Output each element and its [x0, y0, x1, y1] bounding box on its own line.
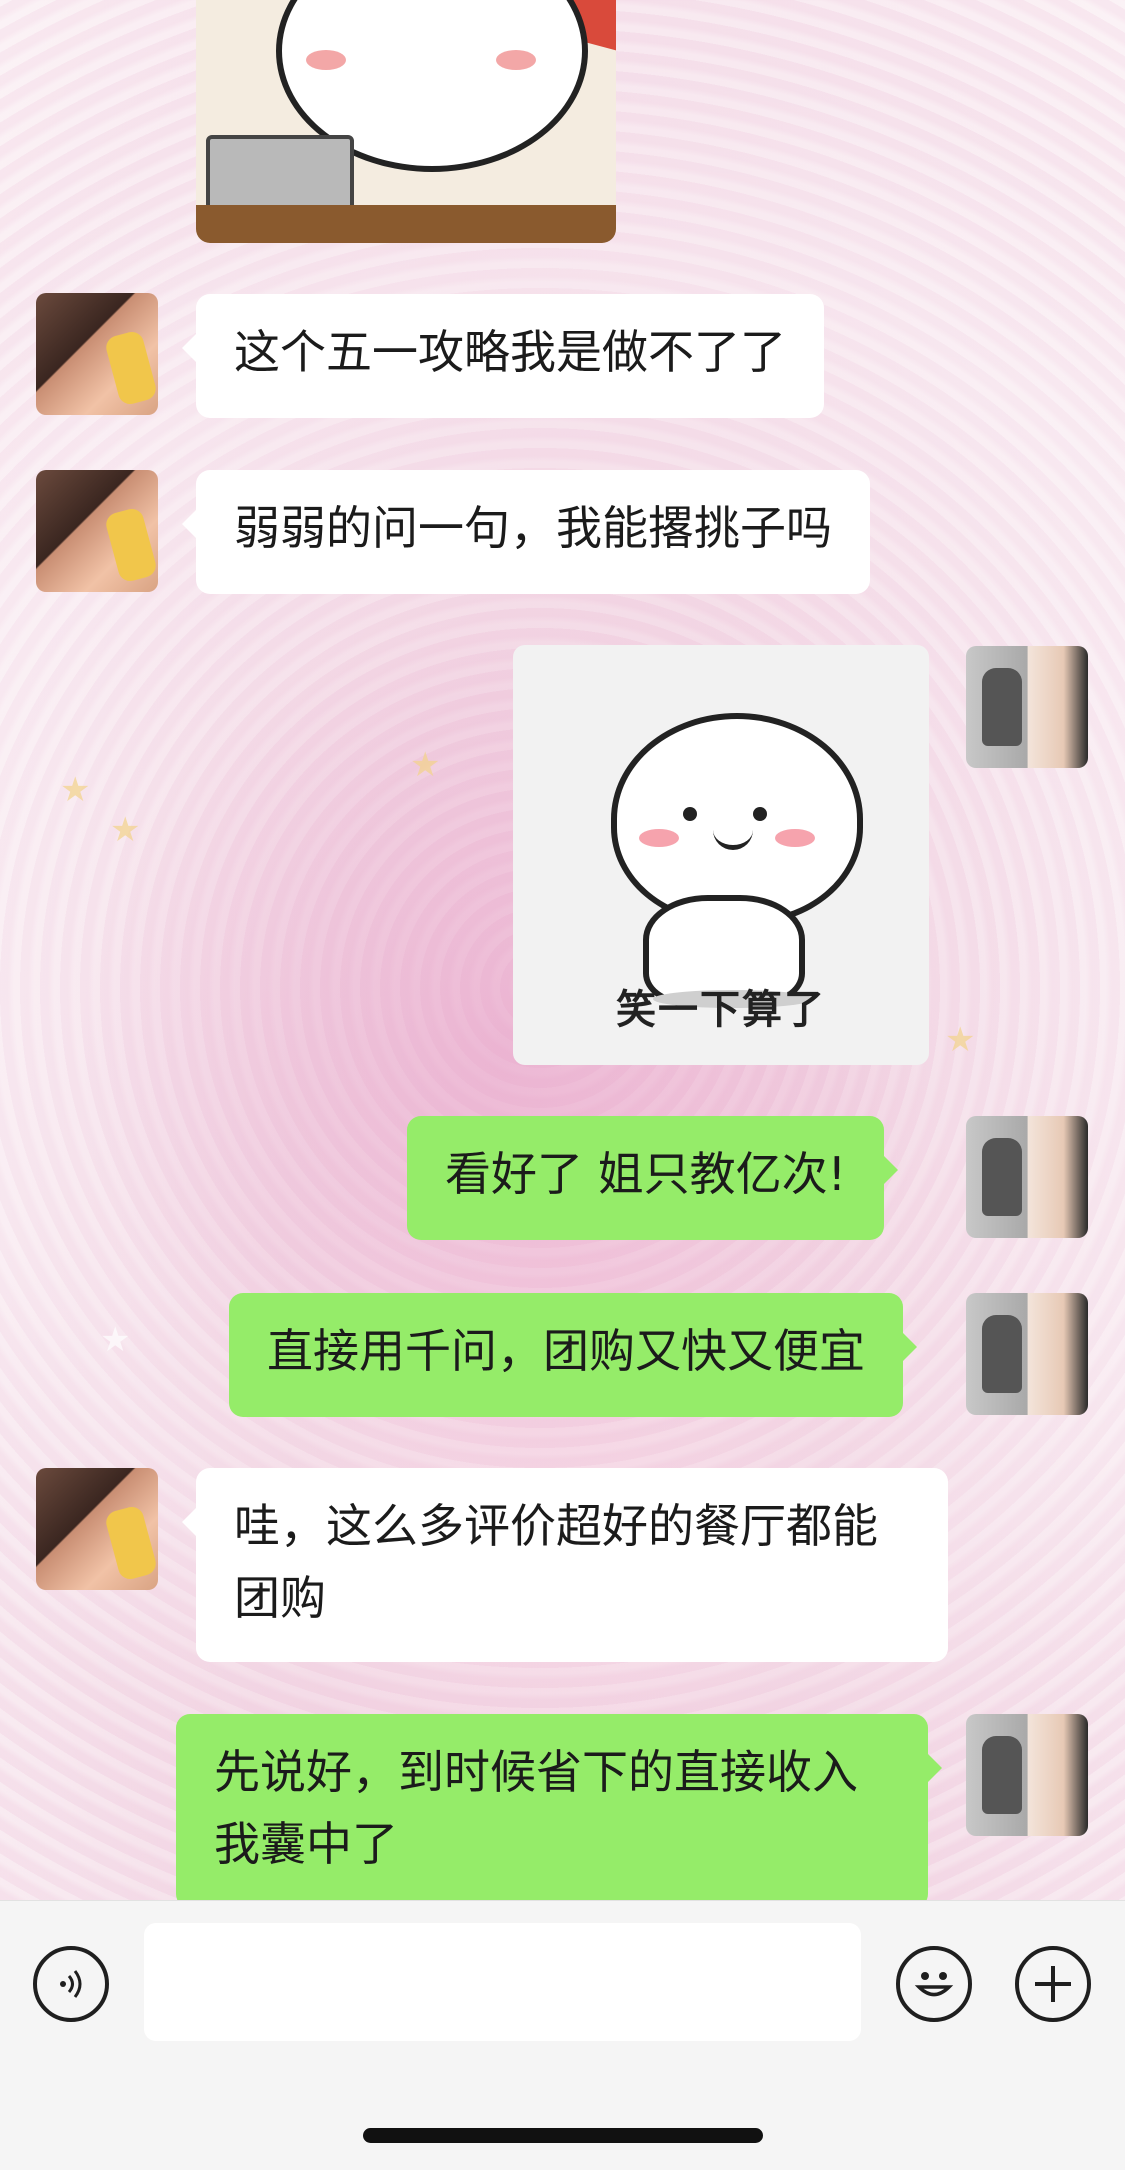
- sticker-desk: [196, 205, 616, 243]
- star-decoration: ★: [110, 810, 141, 850]
- message-text-line: 团购: [234, 1571, 326, 1625]
- sticker-cheek: [496, 50, 536, 70]
- self-avatar[interactable]: [966, 1714, 1088, 1836]
- message-text-line: 我囊中了: [214, 1817, 398, 1871]
- sticker-cheek: [306, 50, 346, 70]
- self-avatar[interactable]: [966, 1116, 1088, 1238]
- message-text-line: 先说好，到时候省下的直接收入: [214, 1745, 858, 1799]
- sticker-caption: 笑一下算了: [616, 987, 826, 1033]
- voice-icon-glyph: [60, 1970, 82, 1998]
- star-decoration: ★: [100, 1320, 131, 1360]
- star-decoration: ★: [60, 770, 91, 810]
- contact-avatar[interactable]: [36, 1468, 158, 1590]
- sticker-head: [611, 713, 863, 925]
- message-text: 弱弱的问一句，我能撂挑子吗: [234, 501, 832, 555]
- sticker-laptop: [206, 135, 354, 213]
- star-decoration: ★: [410, 745, 441, 785]
- sent-message-bubble[interactable]: 直接用千问，团购又快又便宜: [229, 1293, 917, 1417]
- plus-icon-glyph: [1035, 1966, 1071, 2002]
- star-decoration: ★: [945, 1020, 976, 1060]
- received-message-bubble[interactable]: 哇，这么多评价超好的餐厅都能 团购: [182, 1468, 948, 1662]
- plus-icon[interactable]: [1015, 1946, 1091, 2022]
- sticker-blush: [639, 829, 679, 847]
- home-indicator[interactable]: [363, 2128, 763, 2143]
- sent-message-bubble[interactable]: 先说好，到时候省下的直接收入 我囊中了: [176, 1714, 942, 1908]
- sticker-eye: [753, 807, 767, 821]
- emoji-icon-glyph: [914, 1972, 954, 1997]
- sticker-eye: [683, 807, 697, 821]
- contact-avatar[interactable]: [36, 293, 158, 415]
- sticker-message-image[interactable]: 笑一下算了: [513, 645, 929, 1065]
- sent-message-bubble[interactable]: 看好了 姐只教亿次!: [407, 1116, 899, 1240]
- message-text-line: 哇，这么多评价超好的餐厅都能: [234, 1499, 878, 1553]
- self-avatar[interactable]: [966, 646, 1088, 768]
- sticker-message-image[interactable]: [196, 0, 616, 243]
- contact-avatar[interactable]: [36, 470, 158, 592]
- received-message-bubble[interactable]: 这个五一攻略我是做不了了: [182, 294, 824, 418]
- message-text: 看好了 姐只教亿次!: [445, 1147, 847, 1201]
- message-text: 直接用千问，团购又快又便宜: [267, 1324, 865, 1378]
- sticker-blush: [775, 829, 815, 847]
- message-input[interactable]: [144, 1923, 861, 2041]
- self-avatar[interactable]: [966, 1293, 1088, 1415]
- message-text: 这个五一攻略我是做不了了: [234, 325, 786, 379]
- voice-icon[interactable]: [33, 1946, 109, 2022]
- received-message-bubble[interactable]: 弱弱的问一句，我能撂挑子吗: [182, 470, 870, 594]
- emoji-icon[interactable]: [896, 1946, 972, 2022]
